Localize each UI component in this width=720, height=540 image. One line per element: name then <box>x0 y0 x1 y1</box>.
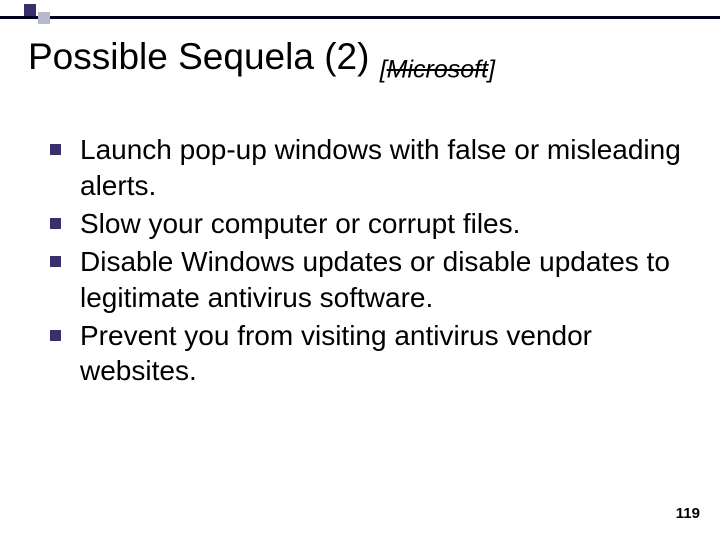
list-item: Prevent you from visiting antivirus vend… <box>50 318 692 390</box>
title-source: Microsoft <box>387 55 488 83</box>
list-item: Disable Windows updates or disable updat… <box>50 244 692 316</box>
header-decoration <box>0 0 720 22</box>
title-main: Possible Sequela (2) <box>28 36 380 77</box>
bullet-list: Launch pop-up windows with false or misl… <box>28 132 692 389</box>
list-item: Slow your computer or corrupt files. <box>50 206 692 242</box>
title-bracket-close: ] <box>488 55 495 83</box>
slide-content: Possible Sequela (2) [Microsoft] Launch … <box>28 36 692 391</box>
list-item: Launch pop-up windows with false or misl… <box>50 132 692 204</box>
slide-title: Possible Sequela (2) [Microsoft] <box>28 36 692 84</box>
header-bar <box>0 16 720 19</box>
title-bracket-open: [ <box>380 55 387 83</box>
header-square-light <box>38 12 50 24</box>
page-number: 119 <box>676 505 700 522</box>
header-square-dark <box>24 4 36 16</box>
